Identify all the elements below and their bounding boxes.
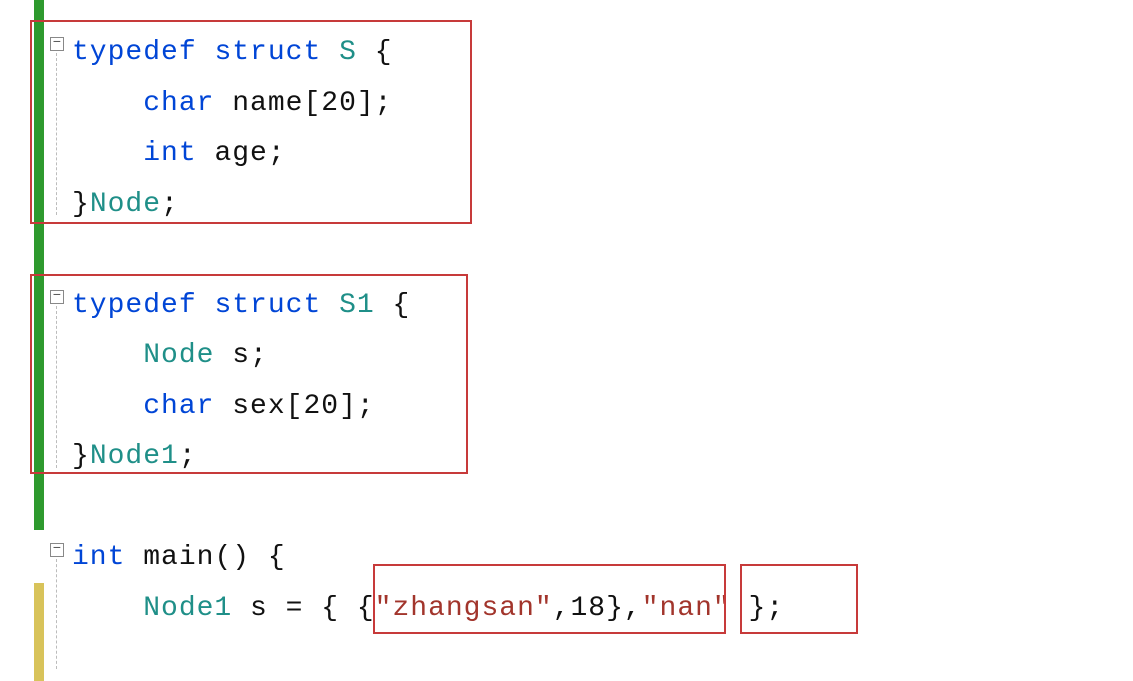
code-line[interactable]: char name[20]; [72,79,1133,130]
keyword-struct: struct [214,37,321,68]
change-marker-green [34,0,44,530]
fold-guide [56,53,57,215]
function-main: main() { [143,542,285,573]
whitespace [197,37,215,68]
string-literal: "nan" [642,593,731,624]
type-name: S1 [339,290,375,321]
type-name: Node1 [90,441,179,472]
initializer-open: s = { { [250,593,375,624]
brace-close: } [72,189,90,220]
keyword-char: char [143,88,214,119]
indent [72,593,143,624]
indent [72,88,143,119]
initializer-end: }; [731,593,784,624]
fold-toggle-struct-s[interactable] [50,37,64,51]
keyword-char: char [143,391,214,422]
type-name: Node1 [143,593,232,624]
keyword-struct: struct [214,290,321,321]
change-marker-yellow [34,583,44,681]
code-line[interactable]: }Node; [72,180,1133,231]
declaration: sex[20]; [232,391,374,422]
type-name: S [339,37,357,68]
whitespace [125,542,143,573]
indent [72,391,143,422]
brace-close: } [72,441,90,472]
whitespace [321,290,339,321]
code-line[interactable]: Node s; [72,331,1133,382]
whitespace [232,593,250,624]
code-line[interactable]: }Node1; [72,432,1133,483]
brace-open: { [393,290,411,321]
whitespace [214,391,232,422]
whitespace [214,88,232,119]
type-name: Node [90,189,161,220]
code-line[interactable] [72,483,1133,534]
editor-gutter [0,0,72,681]
keyword-int: int [143,138,196,169]
declaration: s; [232,340,268,371]
semicolon: ; [161,189,179,220]
code-line[interactable]: Node1 s = { {"zhangsan",18},"nan" }; [72,584,1133,635]
fold-toggle-main[interactable] [50,543,64,557]
keyword-typedef: typedef [72,290,197,321]
code-line[interactable]: int main() { [72,533,1133,584]
string-literal: "zhangsan" [375,593,553,624]
whitespace [214,340,232,371]
whitespace [197,138,215,169]
code-editor[interactable]: typedef struct S { char name[20]; int ag… [0,0,1133,681]
code-line[interactable]: typedef struct S { [72,28,1133,79]
code-line[interactable] [72,230,1133,281]
fold-guide [56,559,57,669]
code-line[interactable]: typedef struct S1 { [72,281,1133,332]
code-area[interactable]: typedef struct S { char name[20]; int ag… [72,0,1133,681]
initializer-mid: ,18}, [553,593,642,624]
brace-open: { [375,37,393,68]
code-line[interactable]: int age; [72,129,1133,180]
indent [72,138,143,169]
type-name: Node [143,340,214,371]
whitespace [357,37,375,68]
declaration: age; [214,138,285,169]
whitespace [321,37,339,68]
fold-toggle-struct-s1[interactable] [50,290,64,304]
whitespace [375,290,393,321]
declaration: name[20]; [232,88,392,119]
whitespace [197,290,215,321]
keyword-int: int [72,542,125,573]
indent [72,340,143,371]
semicolon: ; [179,441,197,472]
fold-guide [56,306,57,468]
keyword-typedef: typedef [72,37,197,68]
code-line[interactable]: char sex[20]; [72,382,1133,433]
